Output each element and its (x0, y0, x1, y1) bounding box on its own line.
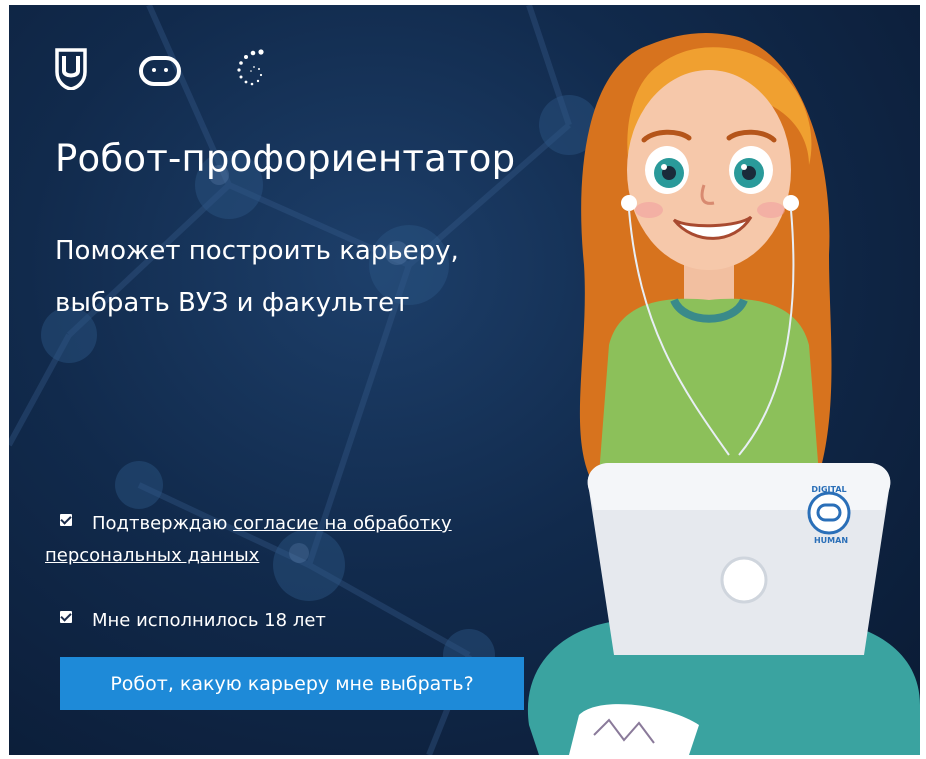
age-checkbox[interactable] (60, 611, 72, 623)
consent-link-line-2[interactable]: персональных данных (45, 545, 259, 566)
age-block: Мне исполнилось 18 лет (45, 605, 326, 637)
university-shield-icon (55, 48, 87, 90)
laptop-sticker-bottom: HUMAN (814, 536, 848, 545)
assistant-girl-illustration: DIGITAL HUMAN (527, 33, 920, 755)
consent-link-line-1[interactable]: согласие на обработку (233, 513, 452, 534)
age-label: Мне исполнилось 18 лет (92, 610, 326, 631)
page-title: Робот-профориентатор (55, 137, 516, 180)
page-subtitle: Поможет построить карьеру, выбрать ВУЗ и… (55, 225, 575, 329)
consent-checkbox[interactable] (60, 514, 72, 526)
subtitle-line-1: Поможет построить карьеру, (55, 236, 459, 266)
laptop-sticker-top: DIGITAL (811, 485, 846, 494)
consent-block: Подтверждаю согласие на обработку персон… (45, 508, 515, 572)
promo-banner: Робот-профориентатор Поможет построить к… (9, 5, 920, 755)
spiral-dots-icon (237, 49, 264, 86)
digital-human-face-icon (139, 56, 181, 86)
subtitle-line-2: выбрать ВУЗ и факультет (55, 288, 410, 318)
consent-prefix: Подтверждаю (92, 513, 228, 534)
career-button[interactable]: Робот, какую карьеру мне выбрать? (60, 657, 524, 710)
